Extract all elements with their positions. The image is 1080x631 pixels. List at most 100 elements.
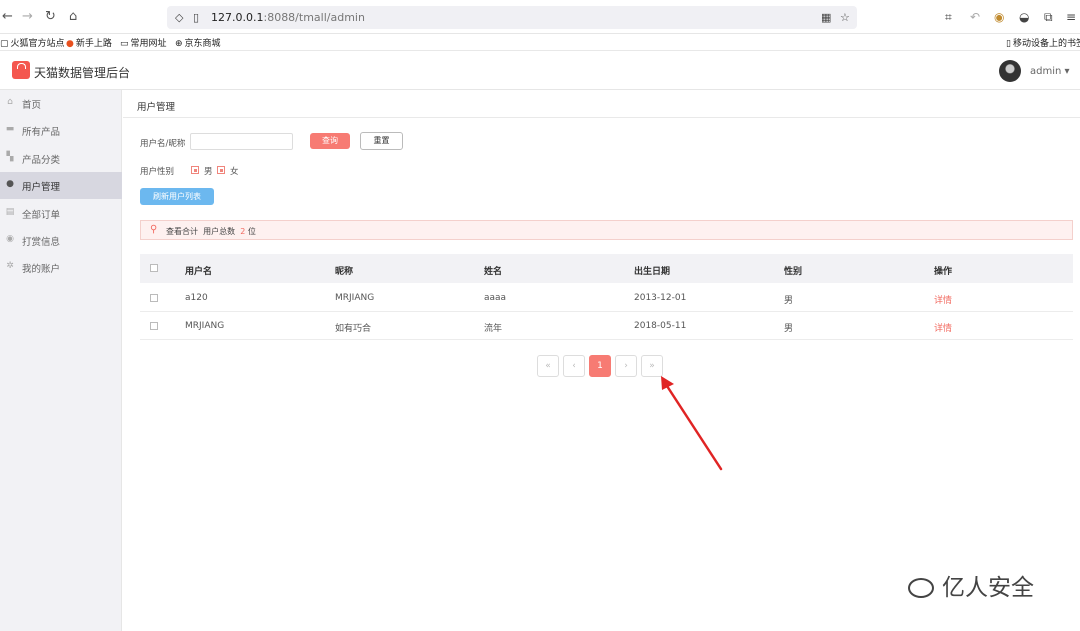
table-row: MRJIANG 如有巧合 流年 2018-05-11 男 详情 <box>140 312 1073 340</box>
sidebar-item-users[interactable]: ● 用户管理 <box>0 172 122 199</box>
detail-link[interactable]: 详情 <box>934 321 952 334</box>
home-icon: ⌂ <box>7 97 13 107</box>
qr-icon[interactable]: ▦ <box>821 11 831 24</box>
summary-label: 用户总数 <box>203 227 236 236</box>
bookmark-label: 京东商城 <box>184 39 221 49</box>
annotation-arrow-icon <box>661 376 723 471</box>
reward-icon: ◉ <box>6 234 14 244</box>
summary-text: 查看合计 用户总数 2 位 <box>166 226 256 237</box>
mobile-icon: ▯ <box>1006 39 1011 49</box>
column-header[interactable]: 昵称 <box>335 264 353 277</box>
page-title: 用户管理 <box>137 102 176 113</box>
back-icon[interactable]: ← <box>2 9 13 25</box>
sidebar-item-categories[interactable]: ▚ 产品分类 <box>0 145 122 172</box>
url-path: :8088/tmall/admin <box>263 11 365 24</box>
mobile-bookmarks[interactable]: ▯ 移动设备上的书签 <box>1006 36 1080 49</box>
tmall-bag-icon <box>12 61 30 79</box>
column-header[interactable]: 性别 <box>784 264 802 277</box>
reload-icon[interactable]: ↻ <box>45 9 56 25</box>
caret-down-icon: ▾ <box>1064 66 1070 77</box>
row-checkbox[interactable] <box>150 294 158 302</box>
watermark: 亿人安全 <box>908 568 1034 602</box>
sidebar-item-label: 用户管理 <box>22 182 61 193</box>
detail-link[interactable]: 详情 <box>934 293 952 306</box>
page-icon: ▯ <box>193 11 200 24</box>
sidebar-item-orders[interactable]: ▤ 全部订单 <box>0 200 122 227</box>
firefox-icon: ● <box>66 39 74 49</box>
page-first-button[interactable]: « <box>537 355 559 377</box>
bookmark-label: 火狐官方站点 <box>10 39 65 49</box>
bookmark-item[interactable]: ▭ 常用网址 <box>120 36 167 49</box>
browser-toolbar: ← → ↻ ⌂ ◇ ▯ 127.0.0.1:8088/tmall/admin ▦… <box>0 0 1080 34</box>
column-header[interactable]: 操作 <box>934 264 952 277</box>
row-checkbox[interactable] <box>150 322 158 330</box>
sidebar-item-label: 首页 <box>22 100 42 111</box>
gender-female-checkbox[interactable] <box>217 166 225 174</box>
table-header: 用户名 昵称 姓名 出生日期 性别 操作 <box>140 254 1073 283</box>
watermark-text: 亿人安全 <box>942 575 1034 601</box>
query-button[interactable]: 查询 <box>310 133 350 149</box>
summary-bar: ⚲ 查看合计 用户总数 2 位 <box>140 220 1073 240</box>
undo-icon[interactable]: ↶ <box>970 9 980 25</box>
bookmark-item[interactable]: ● 新手上路 <box>66 36 112 49</box>
star-icon[interactable]: ☆ <box>840 11 850 24</box>
avatar[interactable] <box>999 60 1021 82</box>
hat-icon[interactable]: ◒ <box>1019 9 1029 25</box>
app-header: 天猫数据管理后台 admin ▾ <box>0 52 1080 90</box>
column-header[interactable]: 用户名 <box>185 264 212 277</box>
cell-gender: 男 <box>784 296 794 306</box>
address-bar[interactable]: ◇ ▯ 127.0.0.1:8088/tmall/admin ▦ ☆ <box>167 6 857 29</box>
bookmark-item[interactable]: ⊕ 京东商城 <box>175 36 221 49</box>
cell-nickname: MRJIANG <box>335 293 375 303</box>
cell-gender: 男 <box>784 324 794 334</box>
sidebar-item-home[interactable]: ⌂ 首页 <box>0 90 122 117</box>
breadcrumb: 用户管理 <box>123 90 1080 118</box>
url-text[interactable]: 127.0.0.1:8088/tmall/admin <box>211 11 365 24</box>
menu-icon[interactable]: ≡ <box>1066 9 1076 25</box>
sidebar-item-rewards[interactable]: ◉ 打赏信息 <box>0 227 122 254</box>
user-icon: ● <box>6 179 14 189</box>
bookmarks-bar: ▢ 火狐官方站点 ● 新手上路 ▭ 常用网址 ⊕ 京东商城 ▯ 移动设备上的书签 <box>0 34 1080 51</box>
search-input[interactable] <box>190 133 293 150</box>
home-icon[interactable]: ⌂ <box>69 9 77 25</box>
burp-extension-icon[interactable]: ◉ <box>994 9 1004 25</box>
column-header[interactable]: 姓名 <box>484 264 502 277</box>
extensions-icon[interactable]: ⧉ <box>1044 9 1053 25</box>
user-name: admin <box>1030 66 1062 77</box>
shield-icon: ◇ <box>175 11 184 24</box>
page-current-button[interactable]: 1 <box>589 355 611 377</box>
select-all-checkbox[interactable] <box>150 264 158 272</box>
product-icon: ▬ <box>5 124 15 134</box>
column-header[interactable]: 出生日期 <box>634 264 670 277</box>
forward-icon[interactable]: → <box>22 9 33 25</box>
crop-icon[interactable]: ⌗ <box>945 9 952 25</box>
summary-prefix: 查看合计 <box>166 227 198 236</box>
sidebar-item-account[interactable]: ✲ 我的账户 <box>0 254 122 281</box>
bookmark-label: 常用网址 <box>130 39 167 49</box>
cell-username: MRJIANG <box>185 321 225 331</box>
page-prev-button[interactable]: ‹ <box>563 355 585 377</box>
gear-icon: ✲ <box>6 261 14 271</box>
summary-count: 2 <box>240 227 246 236</box>
reset-button[interactable]: 重置 <box>360 132 403 150</box>
bookmark-label: 移动设备上的书签 <box>1012 39 1080 49</box>
bookmark-item[interactable]: ▢ 火狐官方站点 <box>0 36 65 49</box>
folder-icon: ▭ <box>120 39 129 49</box>
order-icon: ▤ <box>5 207 15 217</box>
user-menu[interactable]: admin ▾ <box>1030 66 1070 77</box>
bookmark-label: 新手上路 <box>75 39 112 49</box>
gender-female-label: 女 <box>230 167 239 177</box>
sidebar-item-label: 全部订单 <box>22 210 61 221</box>
cell-birthday: 2013-12-01 <box>634 293 687 303</box>
globe-icon: ⊕ <box>175 39 183 49</box>
gender-male-checkbox[interactable] <box>191 166 199 174</box>
url-host: 127.0.0.1 <box>211 11 264 24</box>
folder-icon: ▢ <box>0 39 9 49</box>
cell-birthday: 2018-05-11 <box>634 321 687 331</box>
page-next-button[interactable]: › <box>615 355 637 377</box>
refresh-user-list-button[interactable]: 刷新用户列表 <box>140 188 214 205</box>
table-row: a120 MRJIANG aaaa 2013-12-01 男 详情 <box>140 284 1073 312</box>
sidebar-item-products[interactable]: ▬ 所有产品 <box>0 117 122 144</box>
sidebar-item-label: 产品分类 <box>22 155 61 166</box>
search-icon: ⚲ <box>150 224 158 235</box>
